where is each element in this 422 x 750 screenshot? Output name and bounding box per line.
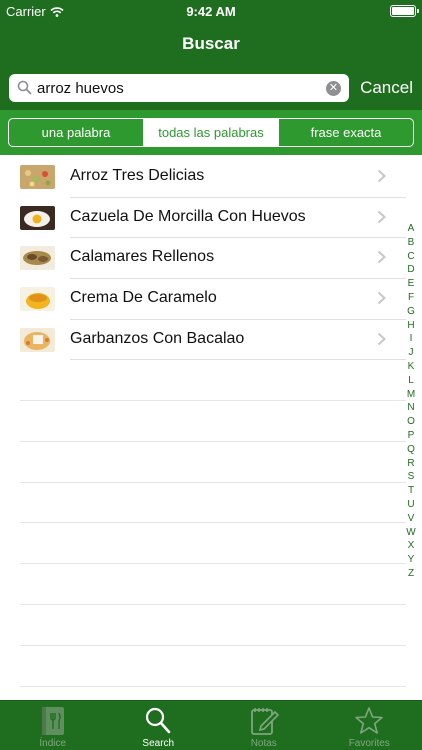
index-letter[interactable]: I bbox=[405, 332, 417, 346]
segment-todas-las-palabras[interactable]: todas las palabras bbox=[143, 119, 278, 146]
index-letter[interactable]: B bbox=[405, 236, 417, 250]
arroz-thumbnail bbox=[20, 165, 55, 189]
list-item-label: Calamares Rellenos bbox=[70, 248, 215, 266]
list-item[interactable]: Cazuela De Morcilla Con Huevos bbox=[0, 198, 406, 239]
search-icon bbox=[17, 80, 32, 95]
index-letter[interactable]: E bbox=[405, 277, 417, 291]
tab-notas[interactable]: Notas bbox=[211, 701, 317, 750]
row-separator bbox=[20, 563, 406, 564]
index-letter[interactable]: J bbox=[405, 346, 417, 360]
list-item[interactable]: Garbanzos Con Bacalao bbox=[0, 320, 406, 361]
index-letter[interactable]: A bbox=[405, 222, 417, 236]
index-letter[interactable]: Y bbox=[405, 553, 417, 567]
list-item-label: Cazuela De Morcilla Con Huevos bbox=[70, 207, 306, 225]
search-query-text[interactable]: arroz huevos bbox=[37, 80, 124, 97]
list-item-label: Arroz Tres Delicias bbox=[70, 167, 205, 184]
tab-favorites[interactable]: Favorites bbox=[317, 701, 422, 750]
index-letter[interactable]: O bbox=[405, 415, 417, 429]
row-separator bbox=[20, 482, 406, 483]
chevron-right-icon bbox=[377, 210, 386, 223]
index-letter[interactable]: M bbox=[405, 388, 417, 402]
index-letter[interactable]: D bbox=[405, 263, 417, 277]
search-icon bbox=[146, 707, 171, 734]
segment-frase-exacta[interactable]: frase exacta bbox=[278, 119, 413, 146]
tab-bar: Índice Search Notas Favorites bbox=[0, 700, 422, 750]
list-item-label: Crema De Caramelo bbox=[70, 289, 217, 307]
index-letter[interactable]: H bbox=[405, 319, 417, 333]
tab-search[interactable]: Search bbox=[106, 701, 212, 750]
tab-indice[interactable]: Índice bbox=[0, 701, 106, 750]
index-letter[interactable]: L bbox=[405, 374, 417, 388]
index-letter[interactable]: V bbox=[405, 512, 417, 526]
chevron-right-icon bbox=[377, 332, 386, 345]
search-mode-segmented-control: una palabra todas las palabras frase exa… bbox=[8, 118, 414, 147]
index-letter[interactable]: N bbox=[405, 401, 417, 415]
notepad-pencil-icon bbox=[250, 708, 279, 735]
tab-label: Search bbox=[142, 738, 175, 749]
index-letter[interactable]: Z bbox=[405, 567, 417, 581]
book-utensils-icon bbox=[41, 707, 64, 735]
star-icon bbox=[355, 707, 384, 734]
garbanzos-thumbnail bbox=[20, 327, 55, 352]
page-title: Buscar bbox=[182, 34, 240, 53]
index-letter[interactable]: F bbox=[405, 291, 417, 305]
calamares-thumbnail bbox=[20, 246, 55, 271]
clear-icon[interactable]: ✕ bbox=[326, 81, 341, 96]
search-mode-bar: una palabra todas las palabras frase exa… bbox=[0, 110, 422, 155]
index-letter[interactable]: W bbox=[405, 526, 417, 540]
list-item[interactable]: Arroz Tres Delicias bbox=[0, 157, 406, 198]
navigation-bar: Buscar bbox=[0, 22, 422, 66]
row-separator bbox=[70, 359, 406, 361]
status-bar: Carrier 9:42 AM bbox=[0, 0, 422, 22]
tab-label: Favorites bbox=[348, 738, 390, 749]
index-letter[interactable]: R bbox=[405, 457, 417, 471]
app-screen: Carrier 9:42 AM Buscar arroz huevos ✕ Ca… bbox=[0, 0, 422, 750]
index-letter[interactable]: U bbox=[405, 498, 417, 512]
section-index[interactable]: A B C D E F G H I J K L M N O P Q R S T … bbox=[405, 222, 417, 581]
chevron-right-icon bbox=[377, 169, 386, 183]
index-letter[interactable]: S bbox=[405, 470, 417, 484]
tab-label: Índice bbox=[39, 738, 67, 749]
clock: 9:42 AM bbox=[186, 4, 236, 19]
segment-una-palabra[interactable]: una palabra bbox=[9, 119, 143, 146]
cazuela-thumbnail bbox=[20, 205, 55, 230]
index-letter[interactable]: G bbox=[405, 305, 417, 319]
tab-label: Notas bbox=[250, 738, 277, 749]
index-letter[interactable]: C bbox=[405, 250, 417, 264]
index-letter[interactable]: K bbox=[405, 360, 417, 374]
list-item-label: Garbanzos Con Bacalao bbox=[70, 329, 245, 347]
index-letter[interactable]: Q bbox=[405, 443, 417, 457]
battery-icon bbox=[390, 5, 419, 17]
row-separator bbox=[20, 522, 406, 523]
row-separator bbox=[20, 686, 406, 687]
index-letter[interactable]: P bbox=[405, 429, 417, 443]
crema-thumbnail bbox=[20, 287, 55, 312]
results-list: Arroz Tres Delicias Cazuela De Morcilla … bbox=[0, 157, 406, 361]
search-input[interactable]: arroz huevos ✕ bbox=[9, 74, 349, 102]
list-item[interactable]: Crema De Caramelo bbox=[0, 279, 406, 320]
row-separator bbox=[20, 604, 406, 605]
cancel-button[interactable]: Cancel bbox=[360, 78, 413, 98]
list-item[interactable]: Calamares Rellenos bbox=[0, 238, 406, 280]
search-bar: arroz huevos ✕ Cancel bbox=[0, 66, 422, 110]
chevron-right-icon bbox=[377, 251, 386, 264]
row-separator bbox=[20, 441, 406, 442]
index-letter[interactable]: X bbox=[405, 539, 417, 553]
row-separator bbox=[20, 400, 406, 401]
row-separator bbox=[20, 645, 406, 646]
chevron-right-icon bbox=[377, 291, 386, 305]
index-letter[interactable]: T bbox=[405, 484, 417, 498]
